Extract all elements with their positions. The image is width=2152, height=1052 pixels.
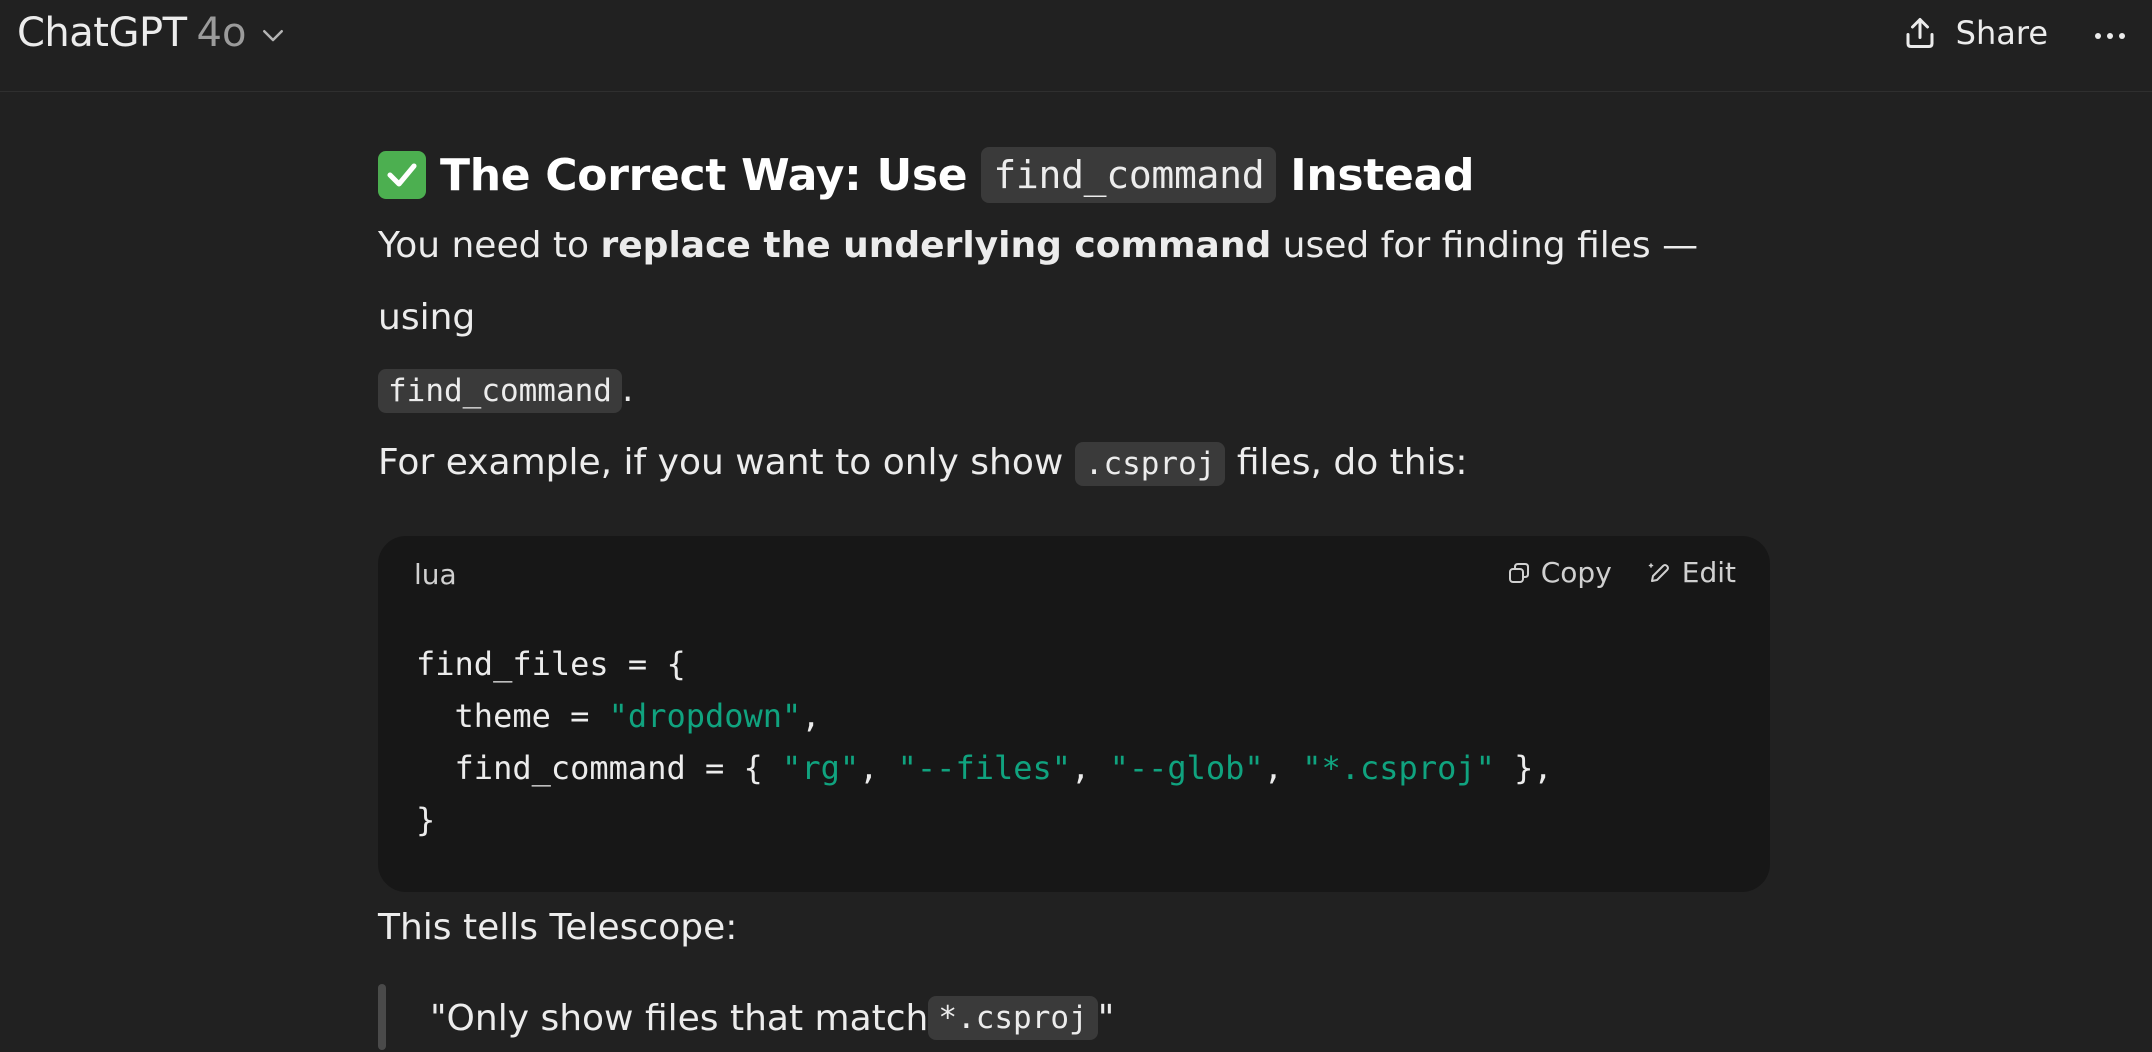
code-token: find_command = { [416, 749, 783, 787]
heading-inline-code: find_command [981, 147, 1277, 203]
check-mark-icon [378, 151, 426, 199]
chevron-down-icon [263, 30, 284, 42]
quote-inline-code: *.csproj [928, 996, 1098, 1040]
code-string: "--files" [897, 749, 1072, 787]
code-token: , [1071, 749, 1110, 787]
assistant-message: The Correct Way: Use find_command Instea… [378, 140, 1770, 1052]
code-string: "rg" [782, 749, 860, 787]
share-button[interactable]: Share [1902, 14, 2048, 52]
p1-bold: replace the underlying command [600, 225, 1272, 266]
copy-button[interactable]: Copy [1507, 556, 1612, 589]
p2-text-a: For example, if you want to only show [378, 442, 1075, 483]
copy-label: Copy [1540, 556, 1612, 589]
edit-label: Edit [1681, 556, 1736, 589]
model-selector[interactable]: ChatGPT 4o [17, 10, 288, 56]
heading-prefix: The Correct Way: Use [440, 149, 968, 201]
p2-text-b: files, do this: [1225, 442, 1468, 483]
model-version: 4o [196, 10, 247, 56]
code-string: "--glob" [1109, 749, 1264, 787]
code-line-4: } [416, 801, 436, 839]
code-line-1: find_files = { [416, 645, 686, 683]
pencil-icon [1648, 562, 1669, 582]
quote-text-a: "Only show files that match [430, 997, 929, 1039]
code-line-3: find_command = { "rg", "--files", "--glo… [416, 749, 1553, 787]
code-string: "dropdown" [608, 697, 802, 735]
code-token: }, [1494, 749, 1553, 787]
code-string: "*.csproj" [1302, 749, 1495, 787]
copy-icon [1508, 562, 1529, 583]
code-token: , [1263, 749, 1303, 787]
code-content: find_files = { theme = "dropdown", find_… [416, 638, 1553, 846]
section-heading: The Correct Way: Use find_command Instea… [378, 140, 1770, 210]
paragraph-3: This tells Telescope: [378, 907, 738, 948]
code-token: theme = [416, 697, 609, 735]
blockquote-bar [378, 984, 386, 1050]
paragraph-1: You need to replace the underlying comma… [378, 210, 1770, 427]
ellipsis-icon[interactable] [2090, 16, 2130, 56]
blockquote: "Only show files that match *.csproj " [378, 984, 1770, 1052]
p1-text-a: You need to [378, 225, 601, 266]
code-line-2: theme = "dropdown", [416, 697, 821, 735]
share-label: Share [1955, 14, 2048, 52]
upload-icon [1906, 18, 1934, 48]
code-token: , [801, 697, 821, 735]
p2-inline-code: .csproj [1074, 442, 1226, 486]
edit-button[interactable]: Edit [1648, 556, 1736, 589]
p1-inline-code: find_command [378, 369, 622, 413]
code-actions: Copy Edit [1507, 556, 1736, 589]
p1-text-c: . [621, 369, 634, 410]
code-block: lua Copy Edit find_files = { theme = "dr… [378, 536, 1770, 892]
paragraph-2: For example, if you want to only show .c… [378, 427, 1770, 500]
app-name: ChatGPT [17, 10, 187, 56]
quote-text-b: " [1097, 997, 1115, 1039]
code-token: , [859, 749, 898, 787]
top-bar: ChatGPT 4o Share [0, 0, 2152, 92]
code-language: lua [414, 558, 457, 591]
heading-suffix: Instead [1290, 149, 1475, 201]
